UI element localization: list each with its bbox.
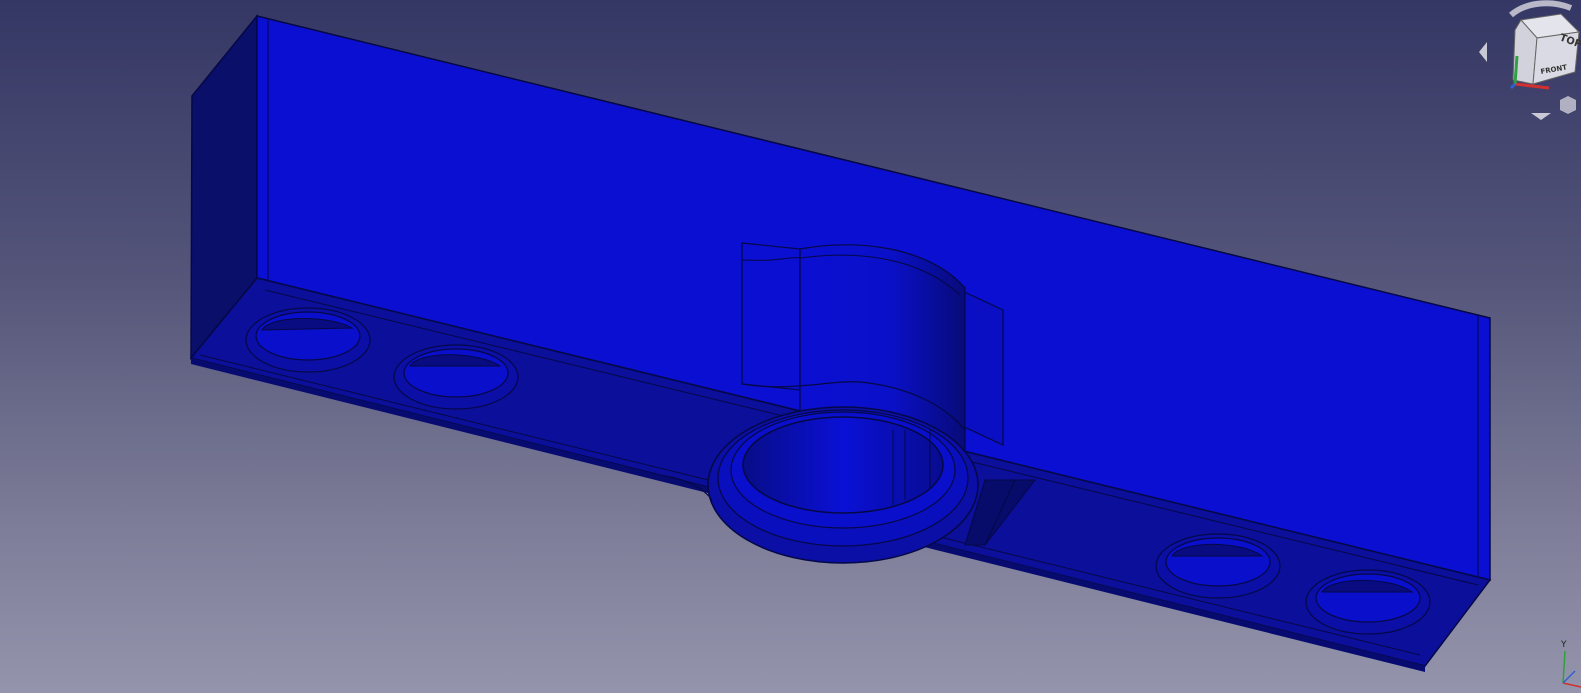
hole-3 [1155, 533, 1281, 599]
hole-4 [1305, 569, 1431, 635]
x-axis-icon [1514, 82, 1550, 90]
3d-viewport[interactable]: TOP FRONT Y [0, 0, 1581, 693]
hole-1 [245, 307, 371, 373]
pan-down-arrow-icon[interactable] [1531, 113, 1551, 120]
view-cube-icon[interactable]: TOP FRONT [1471, 0, 1581, 125]
part-model[interactable] [0, 0, 1581, 693]
pan-left-arrow-icon[interactable] [1479, 42, 1487, 62]
rotate-arrow-icon[interactable] [1509, 0, 1573, 18]
boss-side-right [959, 289, 1004, 446]
hole-2 [393, 344, 519, 410]
y-axis-icon [1513, 55, 1519, 85]
boss-back [741, 242, 801, 391]
axis-y-label: Y [1560, 640, 1567, 650]
boss-bore [742, 416, 944, 514]
view-menu-icon[interactable] [1560, 96, 1576, 114]
z-axis-icon [1509, 82, 1517, 90]
axis-triad-icon: Y [1560, 640, 1581, 688]
